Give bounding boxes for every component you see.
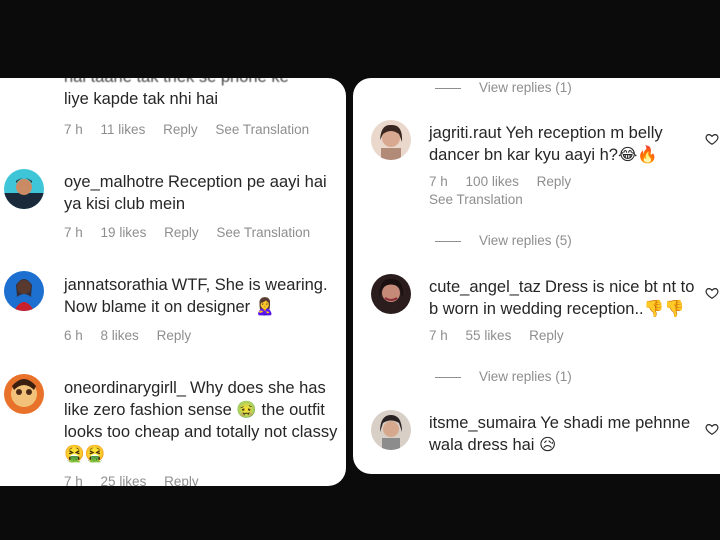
- comment-meta: 7 h 11 likes Reply See Translation: [64, 122, 323, 137]
- comment-meta: 7 h 19 likes Reply See Translation: [64, 225, 324, 240]
- reply-button[interactable]: Reply: [157, 328, 192, 343]
- avatar[interactable]: [4, 374, 44, 414]
- reply-button[interactable]: Reply: [164, 225, 199, 240]
- comment-body: jagriti.raut Yeh reception m belly dancer…: [429, 122, 701, 166]
- comment-body: cute_angel_taz Dress is nice bt nt to b w…: [429, 276, 701, 320]
- comment-time: 7 h: [429, 174, 448, 189]
- comment-time: 7 h: [64, 225, 83, 240]
- comment-body: oneordinarygirll_ Why does she has like z…: [64, 377, 342, 465]
- avatar-jagriti-raut: [371, 120, 411, 160]
- divider-dash: [435, 87, 461, 89]
- comment-likes[interactable]: 11 likes: [101, 122, 146, 137]
- view-replies-button[interactable]: View replies (1): [435, 80, 572, 95]
- comment-likes[interactable]: 100 likes: [466, 174, 519, 189]
- comment-username[interactable]: jagriti.raut: [429, 124, 501, 142]
- divider-dash: [435, 376, 461, 378]
- view-replies-label: View replies (5): [479, 233, 572, 248]
- comment-time: 7 h: [429, 328, 448, 343]
- top-black-band: [0, 0, 720, 78]
- avatar[interactable]: [4, 271, 44, 311]
- bottom-black-band: [0, 488, 720, 540]
- comment-likes[interactable]: 55 likes: [466, 328, 512, 343]
- avatar-oye-malhotre: [4, 169, 44, 209]
- view-replies-button[interactable]: View replies (5): [435, 233, 572, 248]
- comment-time: 6 h: [64, 328, 83, 343]
- comment-meta: 6 h 8 likes Reply: [64, 328, 205, 343]
- avatar-oneordinarygirll: [4, 374, 44, 414]
- avatar[interactable]: [4, 169, 44, 209]
- heart-outline-icon[interactable]: [705, 132, 719, 146]
- avatar-itsme-sumaira: [371, 410, 411, 450]
- see-translation-link[interactable]: See Translation: [216, 225, 310, 240]
- heart-outline-icon[interactable]: [705, 286, 719, 300]
- comment-body: oye_malhotre Reception pe aayi hai ya kis…: [64, 171, 340, 215]
- right-comments-panel: View replies (1) jagriti.raut Yeh recepti…: [353, 78, 720, 474]
- comment-username[interactable]: itsme_sumaira: [429, 414, 536, 432]
- comment-username[interactable]: jannatsorathia: [64, 276, 168, 294]
- clipped-comment-text: hai taane tak thek se phone ke: [64, 78, 289, 87]
- see-translation-link[interactable]: See Translation: [429, 192, 523, 207]
- avatar-jannatsorathia: [4, 271, 44, 311]
- comment-time: 7 h: [64, 474, 83, 486]
- view-replies-label: View replies (1): [479, 80, 572, 95]
- avatar[interactable]: [371, 410, 411, 450]
- reply-button[interactable]: Reply: [163, 122, 198, 137]
- reply-button[interactable]: Reply: [164, 474, 199, 486]
- heart-outline-icon[interactable]: [705, 422, 719, 436]
- comment-likes[interactable]: 19 likes: [101, 225, 147, 240]
- comment-username[interactable]: oneordinarygirll_: [64, 379, 186, 397]
- comment-username[interactable]: oye_malhotre: [64, 173, 164, 191]
- left-comments-panel: hai taane tak thek se phone ke liye kapd…: [0, 78, 346, 486]
- avatar-cute-angel-taz: [371, 274, 411, 314]
- comment-meta: 7 h 25 likes Reply: [64, 474, 213, 486]
- reply-button[interactable]: Reply: [529, 328, 564, 343]
- avatar[interactable]: [371, 120, 411, 160]
- view-replies-button[interactable]: View replies (1): [435, 369, 572, 384]
- view-replies-label: View replies (1): [479, 369, 572, 384]
- comment-likes[interactable]: 25 likes: [101, 474, 147, 486]
- avatar[interactable]: [371, 274, 411, 314]
- divider-dash: [435, 240, 461, 242]
- comment-body: jannatsorathia WTF, She is wearing. Now b…: [64, 274, 340, 318]
- comment-username[interactable]: cute_angel_taz: [429, 278, 541, 296]
- see-translation-link[interactable]: See Translation: [215, 122, 309, 137]
- reply-button[interactable]: Reply: [537, 174, 572, 189]
- comment-time: 7 h: [64, 122, 83, 137]
- comment-meta: 7 h 55 likes Reply: [429, 328, 578, 343]
- comment-text-continued: liye kapde tak nhi hai: [64, 90, 219, 108]
- comment-likes[interactable]: 8 likes: [101, 328, 139, 343]
- comment-body: itsme_sumaira Ye shadi me pehnne wala dre…: [429, 412, 701, 456]
- comment-meta: 7 h 100 likes Reply: [429, 174, 585, 189]
